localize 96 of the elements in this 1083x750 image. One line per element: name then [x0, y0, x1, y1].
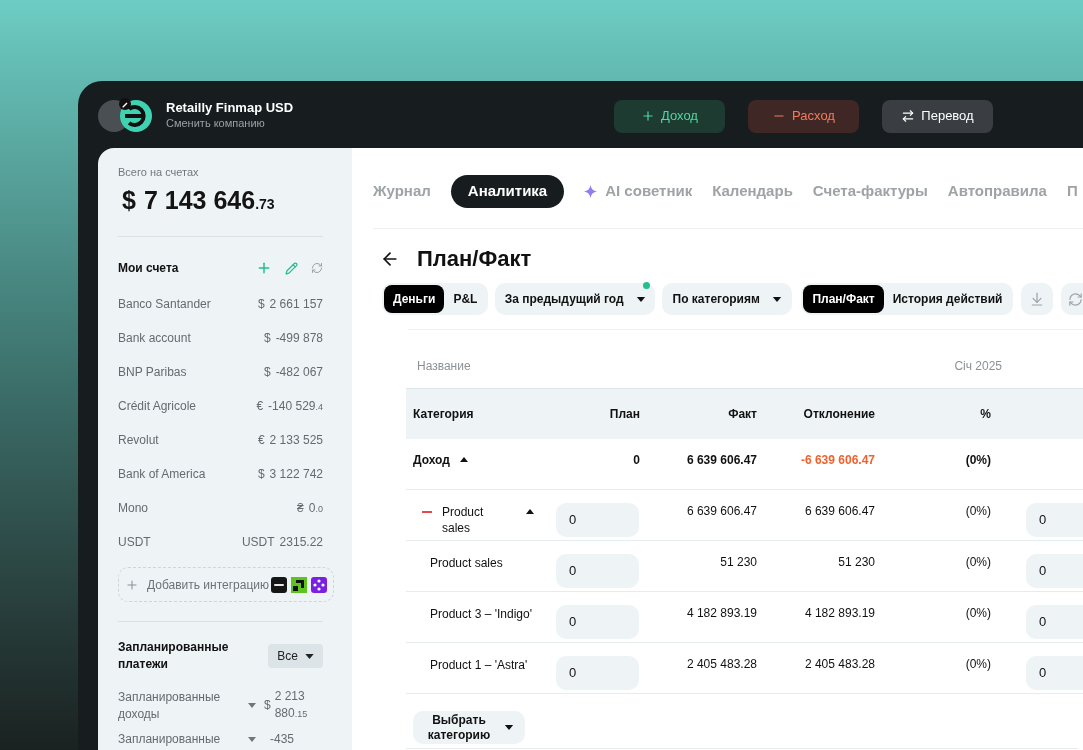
integration-logo-icon[interactable] — [271, 576, 287, 593]
account-name[interactable]: BNP Paribas — [118, 363, 187, 381]
account-balance: ₴ 0.0 — [297, 500, 323, 517]
fact-value: 2 405 483.28 — [686, 656, 757, 672]
plus-icon — [125, 577, 139, 592]
plan-input[interactable]: 0 — [556, 605, 639, 639]
account-balance: $ 3 122 742 — [257, 466, 323, 483]
fact-value: 6 639 606.47 — [686, 503, 757, 519]
percent-value: (0%) — [965, 605, 991, 621]
category-name[interactable]: Доход — [413, 452, 450, 468]
caret-icon — [635, 296, 646, 302]
currency-sign: $ — [264, 697, 271, 714]
dash-icon — [422, 511, 432, 513]
deviation-value: -6 639 606.47 — [800, 452, 875, 468]
category-name[interactable]: Product sales — [442, 504, 502, 536]
account-name[interactable]: USDT — [118, 533, 151, 551]
account-name[interactable]: Bank of America — [118, 465, 206, 483]
action-button[interactable]: Расход — [748, 99, 859, 133]
select-category-button[interactable]: Выбрать категорию — [413, 711, 525, 744]
fact-value: 4 182 893.19 — [686, 605, 757, 621]
toggle-option[interactable]: Деньги — [384, 285, 445, 313]
deviation-value: 6 639 606.47 — [804, 503, 875, 519]
toggle-option[interactable]: План/Факт — [803, 285, 884, 313]
scheduled-title: Запланированные платежи — [118, 639, 230, 673]
plan-value: 0 — [633, 452, 640, 468]
category-name[interactable]: Product sales — [430, 555, 503, 571]
filter-dropdown[interactable]: Все — [268, 644, 323, 668]
plan-input[interactable]: 0 — [1026, 554, 1083, 588]
caret-icon — [248, 703, 256, 708]
fact-value: 51 230 — [720, 554, 757, 570]
sparkle-icon — [584, 185, 598, 198]
caret-icon — [504, 725, 514, 730]
scheduled-name[interactable]: Запланированные — [118, 732, 228, 746]
account-balance: $ -482 067 — [263, 364, 323, 381]
plan-input[interactable]: 0 — [1026, 605, 1083, 639]
account-name[interactable]: Bank account — [118, 329, 191, 347]
fact-value: 6 639 606.47 — [686, 452, 757, 468]
plan-input[interactable]: 0 — [1026, 503, 1083, 537]
toggle-option[interactable]: P&L — [444, 285, 487, 313]
plan-input[interactable]: 0 — [1026, 656, 1083, 690]
column-header: План — [609, 406, 640, 423]
integration-logo-icon[interactable] — [311, 576, 327, 593]
total-label: Всего на счетах — [118, 165, 200, 179]
column-header: Отклонение — [803, 406, 875, 423]
scheduled-amount: 2 213 880.15 — [274, 688, 309, 722]
accounts-title: Мои счета — [118, 260, 179, 277]
company-logo-icon[interactable] — [98, 96, 152, 133]
company-name: Retailly Finmap USD — [166, 98, 294, 116]
account-balance: € -140 529.4 — [256, 398, 323, 415]
percent-value: (0%) — [965, 554, 991, 570]
caret-icon — [248, 736, 256, 742]
column-header: Факт — [728, 406, 757, 423]
action-button[interactable]: Перевод — [882, 99, 993, 133]
category-name[interactable]: Product 1 – 'Astra' — [430, 657, 528, 673]
add-integration-label: Добавить интеграцию — [147, 576, 270, 594]
category-name[interactable]: Product 3 – 'Indigo' — [430, 606, 532, 622]
account-name[interactable]: Banco Santander — [118, 295, 211, 313]
account-name[interactable]: Crédit Agricole — [118, 397, 197, 415]
account-balance: $ 2 661 157 — [257, 296, 323, 313]
toggle-option[interactable]: История действий — [883, 285, 1012, 313]
plan-input[interactable]: 0 — [556, 554, 639, 588]
column-header: Категория — [413, 406, 474, 423]
plan-input[interactable]: 0 — [556, 656, 639, 690]
caret-icon — [304, 653, 314, 659]
nav-tab[interactable]: Аналитика — [450, 175, 565, 208]
deviation-value: 51 230 — [838, 554, 875, 570]
total-balance: $ 7 143 646.73 — [122, 186, 276, 216]
caret-icon[interactable] — [459, 457, 468, 462]
swap-arrows-icon — [901, 109, 916, 123]
add-integration-button[interactable]: Добавить интеграцию — [118, 567, 334, 602]
percent-value: (0%) — [965, 656, 991, 672]
refresh-icon — [1068, 291, 1083, 307]
period-label: Січ 2025 — [954, 358, 1002, 374]
name-column-label: Название — [417, 358, 471, 374]
plan-input[interactable]: 0 — [556, 503, 639, 537]
column-header: % — [980, 406, 991, 423]
action-button[interactable]: Доход — [614, 99, 725, 133]
deviation-value: 4 182 893.19 — [804, 605, 875, 621]
caret-icon[interactable] — [526, 509, 534, 514]
percent-value: (0%) — [965, 452, 991, 468]
caret-icon — [771, 296, 782, 302]
account-balance: USDT 2315.22 — [241, 534, 323, 551]
page-title: План/Факт — [417, 245, 532, 273]
switch-company-link[interactable]: Сменить компанию — [166, 115, 294, 131]
account-name[interactable]: Mono — [118, 499, 149, 517]
account-balance: $ -499 878 — [263, 330, 323, 347]
percent-value: (0%) — [965, 503, 991, 519]
deviation-value: 2 405 483.28 — [804, 656, 875, 672]
grouping-dropdown[interactable]: По категориям — [662, 283, 793, 315]
period-dropdown[interactable]: За предыдущий год — [495, 283, 655, 315]
scheduled-name[interactable]: Запланированные доходы — [118, 688, 228, 723]
account-balance: € 2 133 525 — [257, 432, 323, 449]
scheduled-amount: -435 — [270, 732, 296, 746]
account-name[interactable]: Revolut — [118, 431, 159, 449]
plus-icon — [641, 109, 656, 123]
integration-logo-icon[interactable] — [291, 576, 307, 593]
